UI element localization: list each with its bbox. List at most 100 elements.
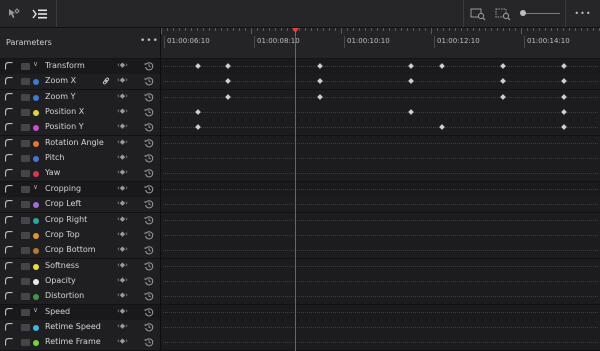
lock-icon[interactable] [21, 109, 30, 117]
keyframe-nav-buttons[interactable]: ‹◆› [117, 291, 128, 299]
reset-icon[interactable] [144, 76, 154, 86]
reset-icon[interactable] [144, 245, 154, 255]
keyframe-nav-buttons[interactable]: ‹◆› [117, 337, 128, 345]
keyframe-marker[interactable] [438, 63, 445, 69]
keyframe-track-row[interactable] [161, 243, 600, 260]
keyframe-nav-buttons[interactable]: ‹◆› [117, 153, 128, 161]
toolbar-more-button[interactable]: ••• [571, 0, 595, 27]
reset-icon[interactable] [144, 122, 154, 132]
curve-editor-icon[interactable] [5, 123, 13, 131]
parameter-group-row[interactable]: ∨ Cropping ‹◆› [0, 181, 160, 198]
keyframe-select-button[interactable] [4, 0, 24, 27]
keyframe-track-row[interactable] [161, 151, 600, 168]
keyframe-track-row[interactable] [161, 304, 600, 321]
reset-icon[interactable] [144, 107, 154, 117]
timecode-ruler[interactable]: 01:00:06:10 01:00:08:10 01:00:10:10 01:00:1… [161, 28, 600, 59]
chevron-down-icon[interactable]: ∨ [33, 60, 38, 68]
keyframe-track-row[interactable] [161, 258, 600, 275]
keyframe-track-row[interactable] [161, 197, 600, 214]
parameter-row[interactable]: Crop Top ‹◆› [0, 227, 160, 244]
keyframe-track-row[interactable] [161, 212, 600, 229]
keyframe-marker[interactable] [225, 63, 231, 69]
parameter-row[interactable]: Position X ‹◆› [0, 105, 160, 122]
keyframe-nav-buttons[interactable]: ‹◆› [117, 276, 128, 284]
keyframe-marker[interactable] [225, 93, 231, 100]
keyframe-marker[interactable] [499, 93, 506, 100]
keyframe-track-row[interactable] [161, 135, 600, 152]
curve-editor-icon[interactable] [5, 276, 13, 285]
lock-icon[interactable] [21, 201, 30, 209]
reset-icon[interactable] [144, 337, 154, 347]
lock-icon[interactable] [21, 262, 30, 270]
curve-editor-icon[interactable] [5, 138, 13, 147]
keyframe-marker[interactable] [560, 93, 567, 100]
reset-icon[interactable] [144, 307, 154, 317]
parameter-row[interactable]: Rotation Angle ‹◆› [0, 135, 160, 152]
keyframe-nav-buttons[interactable]: ‹◆› [117, 76, 128, 84]
keyframe-marker[interactable] [408, 63, 414, 69]
reset-icon[interactable] [144, 215, 154, 225]
lock-icon[interactable] [21, 93, 30, 101]
keyframe-track-row[interactable] [161, 273, 600, 290]
keyframe-marker[interactable] [316, 78, 323, 85]
keyframe-track-row[interactable] [161, 166, 600, 183]
zoom-slider[interactable] [520, 10, 560, 16]
lock-icon[interactable] [21, 124, 30, 132]
keyframe-marker[interactable] [408, 78, 414, 85]
keyframe-marker[interactable] [560, 78, 567, 85]
keyframe-nav-buttons[interactable]: ‹◆› [117, 168, 128, 176]
parameter-group-row[interactable]: ∨ Transform ‹◆› [0, 59, 160, 75]
lock-icon[interactable] [21, 247, 30, 255]
curve-editor-icon[interactable] [5, 215, 13, 224]
curve-editor-icon[interactable] [5, 338, 13, 346]
parameter-row[interactable]: Softness ‹◆› [0, 258, 160, 275]
curve-editor-icon[interactable] [5, 154, 13, 162]
curve-editor-icon[interactable] [5, 200, 13, 208]
parameter-row[interactable]: Yaw ‹◆› [0, 166, 160, 183]
parameter-row[interactable]: Zoom Y ‹◆› [0, 89, 160, 106]
parameter-row[interactable]: Position Y ‹◆› [0, 120, 160, 137]
keyframe-track-row[interactable] [161, 319, 600, 336]
zoom-to-fit-button[interactable] [467, 0, 489, 27]
keyframe-timeline[interactable]: 01:00:06:10 01:00:08:10 01:00:10:10 01:00:1… [161, 28, 600, 351]
keyframe-marker[interactable] [316, 63, 323, 69]
lock-icon[interactable] [21, 277, 30, 285]
chevron-down-icon[interactable]: ∨ [33, 306, 38, 314]
keyframe-nav-buttons[interactable]: ‹◆› [117, 261, 128, 269]
zoom-slider-handle[interactable] [520, 10, 526, 16]
parameter-row[interactable]: Zoom X ‹◆› [0, 74, 160, 91]
lock-icon[interactable] [21, 139, 30, 147]
curve-editor-icon[interactable] [5, 261, 13, 270]
reset-icon[interactable] [144, 291, 154, 301]
keyframe-nav-buttons[interactable]: ‹◆› [117, 107, 128, 115]
parameter-row[interactable]: Retime Speed ‹◆› [0, 319, 160, 336]
curve-editor-icon[interactable] [5, 169, 13, 177]
playhead-line[interactable] [295, 28, 296, 351]
lock-icon[interactable] [21, 155, 30, 163]
keyframe-marker[interactable] [316, 93, 323, 100]
curve-editor-icon[interactable] [5, 307, 13, 316]
keyframe-nav-buttons[interactable]: ‹◆› [117, 307, 128, 315]
keyframe-track-row[interactable] [161, 335, 600, 351]
lock-icon[interactable] [21, 308, 30, 316]
keyframe-marker[interactable] [194, 63, 201, 69]
keyframe-track-row[interactable] [161, 89, 600, 106]
reset-icon[interactable] [144, 184, 154, 194]
keyframe-track-row[interactable] [161, 181, 600, 198]
lock-icon[interactable] [21, 170, 30, 178]
reset-icon[interactable] [144, 261, 154, 271]
reset-icon[interactable] [144, 230, 154, 240]
keyframe-track-row[interactable] [161, 59, 600, 75]
parameters-more-button[interactable]: ••• [140, 36, 159, 46]
lock-icon[interactable] [21, 78, 30, 86]
keyframe-marker[interactable] [499, 78, 506, 85]
keyframe-nav-buttons[interactable]: ‹◆› [117, 184, 128, 192]
reset-icon[interactable] [144, 153, 154, 163]
keyframe-marker[interactable] [225, 78, 231, 85]
curve-editor-icon[interactable] [5, 62, 13, 70]
curve-editor-icon[interactable] [5, 292, 13, 300]
reset-icon[interactable] [144, 92, 154, 102]
reset-icon[interactable] [144, 138, 154, 148]
parameter-row[interactable]: Crop Right ‹◆› [0, 212, 160, 229]
keyframe-track-row[interactable] [161, 227, 600, 244]
